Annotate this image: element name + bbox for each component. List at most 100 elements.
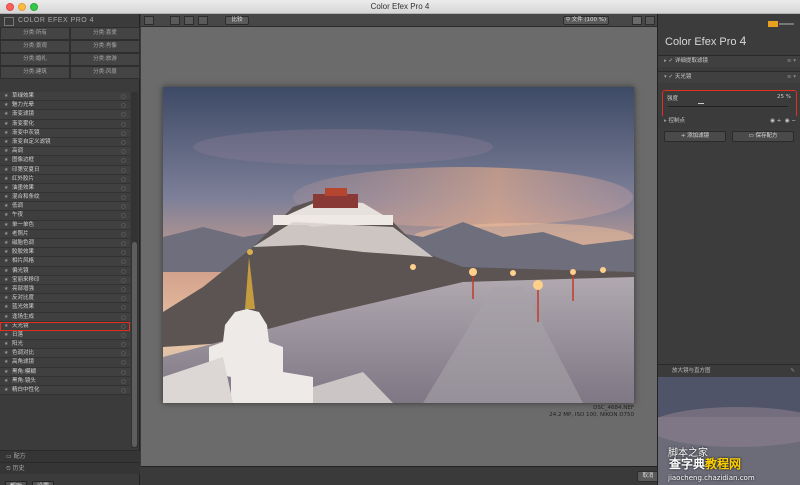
add-filter-button[interactable]: + 添加滤镜 (664, 131, 726, 142)
filter-preview-icon[interactable] (121, 369, 126, 375)
favorite-star-icon[interactable]: ★ (4, 358, 8, 366)
loupe-options-icon[interactable]: ✎ (790, 365, 795, 377)
filter-preview-icon[interactable] (121, 112, 126, 118)
category-favorites[interactable]: 分类:喜爱 (70, 27, 140, 40)
filter-preview-icon[interactable] (121, 277, 126, 283)
filter-preview-icon[interactable] (121, 222, 126, 228)
favorite-star-icon[interactable]: ★ (4, 147, 8, 155)
filter-item[interactable]: ★ 红外胶片 (0, 174, 130, 184)
filter-preview-icon[interactable] (121, 195, 126, 201)
compare-button[interactable]: 比较 (225, 16, 249, 25)
favorite-star-icon[interactable]: ★ (4, 276, 8, 284)
background-white-button[interactable] (632, 16, 642, 25)
filter-row-detail-extractor[interactable]: ▸ ✓ 详细提取滤镜 ≡ ▾ (658, 55, 800, 67)
filter-item[interactable]: ★ 午夜 (0, 211, 130, 221)
split-view-button[interactable] (184, 16, 194, 25)
filter-preview-icon[interactable] (121, 94, 126, 99)
favorite-star-icon[interactable]: ★ (4, 92, 8, 100)
favorite-star-icon[interactable]: ★ (4, 129, 8, 137)
filter-row-skylight[interactable]: ▾ ✓ 天光镜 ≡ ▾ (658, 71, 800, 83)
favorite-star-icon[interactable]: ★ (4, 377, 8, 385)
filter-item[interactable]: ★ 高角滤镜 (0, 358, 130, 368)
favorite-star-icon[interactable]: ★ (4, 386, 8, 394)
favorite-star-icon[interactable]: ★ (4, 313, 8, 321)
category-nature[interactable]: 分类:风景 (70, 66, 140, 79)
filter-item[interactable]: ★ 蓝光效果 (0, 303, 130, 313)
category-architecture[interactable]: 分类:建筑 (0, 66, 70, 79)
settings-button[interactable]: 设置 (32, 481, 54, 485)
recipes-section[interactable]: ▭ 配方 (0, 450, 140, 462)
filter-item[interactable]: ★ 印第安夏日 (0, 165, 130, 175)
filter-item[interactable]: ★ 单一单色 (0, 220, 130, 230)
filter-preview-icon[interactable] (121, 231, 126, 237)
category-travel[interactable]: 分类:旅游 (70, 53, 140, 66)
filter-preview-icon[interactable] (121, 342, 126, 348)
filter-item[interactable]: ★ 胶胶效果 (0, 248, 130, 258)
favorite-star-icon[interactable]: ★ (4, 156, 8, 164)
filter-list-scroll-thumb[interactable] (132, 242, 137, 447)
filter-preview-icon[interactable] (121, 121, 126, 127)
category-all[interactable]: 分类:所有 (0, 27, 70, 40)
strength-slider-knob[interactable] (698, 103, 704, 104)
help-button[interactable]: 帮助 (5, 481, 27, 485)
filter-preview-icon[interactable] (121, 241, 126, 246)
filter-preview-icon[interactable] (121, 139, 126, 145)
favorite-star-icon[interactable]: ★ (4, 294, 8, 302)
filter-preview-icon[interactable] (121, 388, 126, 393)
filter-preview-icon[interactable] (121, 167, 126, 173)
filter-item[interactable]: ★ 渐变滤镜 (0, 110, 130, 120)
filter-item[interactable]: ★ 逢场生成 (0, 312, 130, 322)
panel-toggle-icon[interactable] (4, 17, 14, 26)
filter-menu-icon[interactable]: ≡ ▾ (787, 72, 796, 83)
favorite-star-icon[interactable]: ★ (4, 368, 8, 376)
filter-item[interactable]: ★ 混合和条纹 (0, 193, 130, 203)
filter-item[interactable]: ★ 亮部增强 (0, 284, 130, 295)
filter-preview-icon[interactable] (121, 213, 126, 219)
filter-preview-icon[interactable] (121, 286, 126, 292)
filter-item[interactable]: ★ 魅力光晕 (0, 101, 130, 111)
favorite-star-icon[interactable]: ★ (4, 230, 8, 238)
favorite-star-icon[interactable]: ★ (4, 221, 8, 229)
favorite-star-icon[interactable]: ★ (4, 138, 8, 146)
favorite-star-icon[interactable]: ★ (4, 110, 8, 118)
favorite-star-icon[interactable]: ★ (4, 248, 8, 256)
background-black-button[interactable] (645, 16, 655, 25)
favorite-star-icon[interactable]: ★ (4, 340, 8, 348)
filter-preview-icon[interactable] (121, 323, 126, 329)
favorite-star-icon[interactable]: ★ (4, 120, 8, 128)
favorite-star-icon[interactable]: ★ (4, 175, 8, 183)
filter-item[interactable]: ★ 色调对比 (0, 349, 130, 359)
filter-item[interactable]: ★ 反对比度 (0, 294, 130, 304)
favorite-star-icon[interactable]: ★ (4, 349, 8, 357)
favorite-star-icon[interactable]: ★ (4, 322, 8, 330)
favorite-star-icon[interactable]: ★ (4, 331, 8, 339)
favorite-star-icon[interactable]: ★ (4, 193, 8, 201)
filter-item[interactable]: ★ 宝丽来移印 (0, 275, 130, 285)
filter-item[interactable]: ★ 油墨效果 (0, 183, 130, 194)
history-section[interactable]: ⏲ 历史 (0, 462, 140, 474)
preview-image[interactable] (163, 87, 634, 403)
favorite-star-icon[interactable]: ★ (4, 285, 8, 293)
favorite-star-icon[interactable]: ★ (4, 211, 8, 219)
filter-preview-icon[interactable] (121, 268, 126, 274)
favorite-star-icon[interactable]: ★ (4, 267, 8, 275)
filter-item[interactable]: ★ 阳光 (0, 340, 130, 350)
favorite-star-icon[interactable]: ★ (4, 166, 8, 174)
filter-preview-icon[interactable] (121, 176, 126, 182)
filter-item[interactable]: ★ 黑角:模糊 (0, 367, 130, 377)
side-by-side-button[interactable] (198, 16, 208, 25)
filter-item[interactable]: ★ 图像边框 (0, 156, 130, 166)
filter-item[interactable]: ★ 老照片 (0, 229, 130, 239)
category-wedding[interactable]: 分类:婚礼 (0, 53, 70, 66)
filter-menu-icon[interactable]: ≡ ▾ (787, 56, 796, 67)
favorite-star-icon[interactable]: ★ (4, 202, 8, 210)
filter-preview-icon[interactable] (121, 259, 126, 265)
filter-item[interactable]: ★ 偏光镜 (0, 266, 130, 276)
loupe-histogram-header[interactable]: 放大镜与直方图 ✎ (658, 364, 800, 377)
filter-item[interactable]: ★ 低调 (0, 202, 130, 212)
filter-preview-icon[interactable] (121, 305, 126, 311)
filter-preview-icon[interactable] (121, 149, 126, 155)
filter-item[interactable]: ★ 草绿效果 (0, 92, 130, 102)
single-view-button[interactable] (170, 16, 180, 25)
zoom-select[interactable]: ⚲ 文件 (100 %) (563, 16, 609, 25)
